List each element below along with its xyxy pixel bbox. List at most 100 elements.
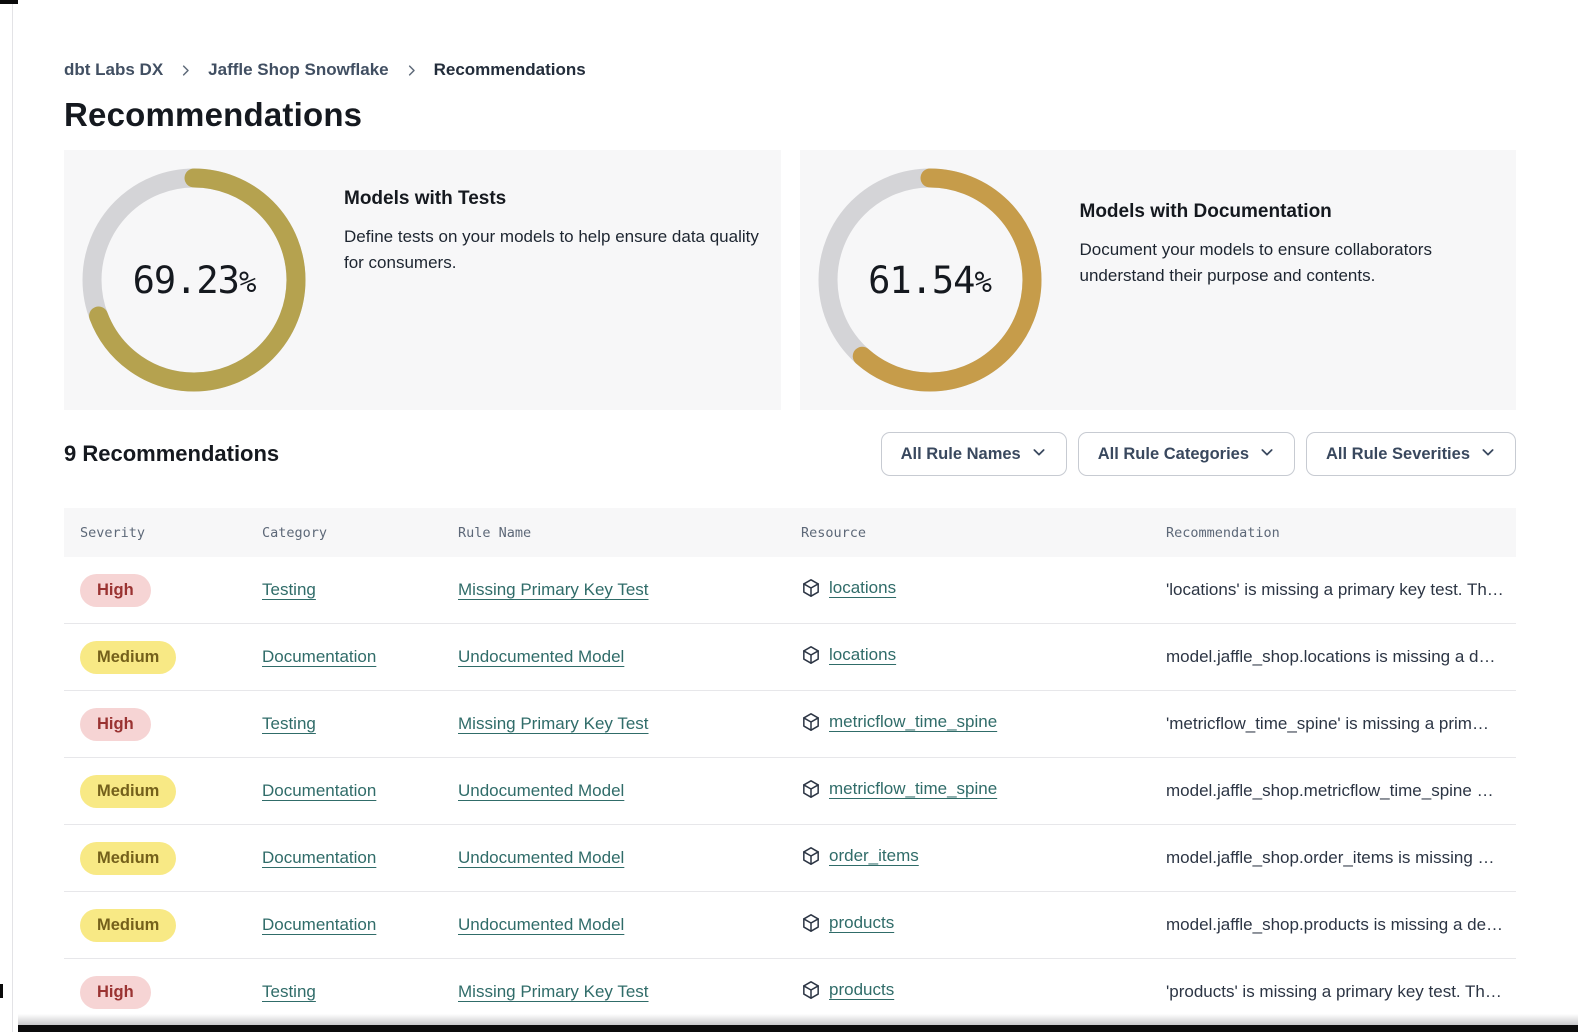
screen-edge-artifact-bottom bbox=[18, 1025, 1578, 1032]
recommendation-text: 'products' is missing a primary key test… bbox=[1166, 982, 1502, 1001]
documentation-card-description: Document your models to ensure collabora… bbox=[1080, 237, 1480, 289]
rule-name-link[interactable]: Missing Primary Key Test bbox=[458, 714, 649, 733]
resource-cell: metricflow_time_spine bbox=[801, 712, 1166, 737]
resource-name: products bbox=[829, 913, 894, 933]
resource-link[interactable]: metricflow_time_spine bbox=[801, 779, 997, 799]
recommendations-count: 9 Recommendations bbox=[64, 441, 279, 467]
model-cube-icon bbox=[801, 578, 821, 598]
rule-name-link[interactable]: Undocumented Model bbox=[458, 915, 624, 934]
documentation-card-text: Models with Documentation Document your … bbox=[1080, 201, 1480, 359]
tests-card-title: Models with Tests bbox=[344, 188, 761, 210]
severity-badge: Medium bbox=[80, 641, 176, 674]
resource-name: locations bbox=[829, 578, 896, 598]
recommendation-text: model.jaffle_shop.locations is missing a… bbox=[1166, 647, 1495, 666]
recommendation-cell: model.jaffle_shop.products is missing a … bbox=[1166, 915, 1516, 935]
chevron-right-icon bbox=[178, 63, 193, 78]
screen-edge-artifact-left bbox=[0, 984, 3, 998]
category-link[interactable]: Documentation bbox=[262, 848, 376, 867]
rule-name-cell: Undocumented Model bbox=[458, 781, 801, 801]
resource-link[interactable]: locations bbox=[801, 578, 896, 598]
chevron-down-icon bbox=[1480, 444, 1496, 465]
severity-badge: Medium bbox=[80, 842, 176, 875]
category-cell: Documentation bbox=[262, 781, 458, 801]
resource-name: locations bbox=[829, 645, 896, 665]
category-link[interactable]: Documentation bbox=[262, 647, 376, 666]
tests-card-description: Define tests on your models to help ensu… bbox=[344, 224, 761, 276]
breadcrumb-account[interactable]: dbt Labs DX bbox=[64, 60, 163, 80]
table-body: High Testing Missing Primary Key Test lo… bbox=[64, 557, 1516, 1026]
resource-link[interactable]: order_items bbox=[801, 846, 919, 866]
breadcrumb: dbt Labs DX Jaffle Shop Snowflake Recomm… bbox=[64, 60, 1516, 80]
resource-link[interactable]: locations bbox=[801, 645, 896, 665]
rule-name-link[interactable]: Undocumented Model bbox=[458, 781, 624, 800]
rule-name-link[interactable]: Missing Primary Key Test bbox=[458, 580, 649, 599]
model-cube-icon bbox=[801, 980, 821, 1000]
recommendation-cell: 'products' is missing a primary key test… bbox=[1166, 982, 1516, 1002]
column-header-resource: Resource bbox=[801, 525, 1166, 541]
category-cell: Testing bbox=[262, 982, 458, 1002]
chevron-down-icon bbox=[1031, 444, 1047, 465]
severity-cell: High bbox=[80, 976, 262, 1009]
category-cell: Testing bbox=[262, 580, 458, 600]
recommendation-text: 'metricflow_time_spine' is missing a pri… bbox=[1166, 714, 1489, 733]
documentation-card-title: Models with Documentation bbox=[1080, 201, 1480, 223]
documentation-donut-chart: 61.54% bbox=[818, 168, 1042, 392]
severity-cell: High bbox=[80, 574, 262, 607]
category-link[interactable]: Documentation bbox=[262, 915, 376, 934]
category-link[interactable]: Testing bbox=[262, 580, 316, 599]
recommendation-text: 'locations' is missing a primary key tes… bbox=[1166, 580, 1504, 599]
rule-name-cell: Undocumented Model bbox=[458, 647, 801, 667]
category-cell: Documentation bbox=[262, 647, 458, 667]
models-with-tests-card: 69.23% Models with Tests Define tests on… bbox=[64, 150, 781, 410]
recommendations-list-header: 9 Recommendations All Rule Names All Rul… bbox=[64, 432, 1516, 476]
rule-name-cell: Undocumented Model bbox=[458, 848, 801, 868]
rule-name-cell: Missing Primary Key Test bbox=[458, 982, 801, 1002]
recommendation-cell: 'locations' is missing a primary key tes… bbox=[1166, 580, 1516, 600]
rule-name-link[interactable]: Undocumented Model bbox=[458, 647, 624, 666]
resource-name: products bbox=[829, 980, 894, 1000]
recommendation-text: model.jaffle_shop.products is missing a … bbox=[1166, 915, 1503, 934]
category-link[interactable]: Testing bbox=[262, 982, 316, 1001]
filter-rule-names-dropdown[interactable]: All Rule Names bbox=[881, 432, 1067, 476]
page-title: Recommendations bbox=[64, 96, 1516, 134]
severity-badge: High bbox=[80, 574, 151, 607]
recommendation-cell: 'metricflow_time_spine' is missing a pri… bbox=[1166, 714, 1516, 734]
table-row: High Testing Missing Primary Key Test lo… bbox=[64, 557, 1516, 624]
recommendation-cell: model.jaffle_shop.order_items is missing… bbox=[1166, 848, 1516, 868]
category-link[interactable]: Testing bbox=[262, 714, 316, 733]
breadcrumb-project[interactable]: Jaffle Shop Snowflake bbox=[208, 60, 388, 80]
table-row: High Testing Missing Primary Key Test me… bbox=[64, 691, 1516, 758]
category-link[interactable]: Documentation bbox=[262, 781, 376, 800]
filter-rule-categories-label: All Rule Categories bbox=[1098, 445, 1249, 464]
rule-name-cell: Missing Primary Key Test bbox=[458, 580, 801, 600]
resource-link[interactable]: products bbox=[801, 980, 894, 1000]
recommendations-table: Severity Category Rule Name Resource Rec… bbox=[64, 508, 1516, 1026]
severity-cell: Medium bbox=[80, 909, 262, 942]
rule-name-link[interactable]: Missing Primary Key Test bbox=[458, 982, 649, 1001]
severity-badge: High bbox=[80, 976, 151, 1009]
tests-donut-chart: 69.23% bbox=[82, 168, 306, 392]
table-row: Medium Documentation Undocumented Model … bbox=[64, 825, 1516, 892]
resource-name: order_items bbox=[829, 846, 919, 866]
table-header-row: Severity Category Rule Name Resource Rec… bbox=[64, 508, 1516, 557]
severity-badge: Medium bbox=[80, 775, 176, 808]
model-cube-icon bbox=[801, 712, 821, 732]
recommendation-text: model.jaffle_shop.order_items is missing… bbox=[1166, 848, 1495, 867]
resource-link[interactable]: products bbox=[801, 913, 894, 933]
column-header-category: Category bbox=[262, 525, 458, 541]
resource-link[interactable]: metricflow_time_spine bbox=[801, 712, 997, 732]
recommendation-cell: model.jaffle_shop.locations is missing a… bbox=[1166, 647, 1516, 667]
filter-rule-severities-dropdown[interactable]: All Rule Severities bbox=[1306, 432, 1516, 476]
severity-cell: Medium bbox=[80, 641, 262, 674]
category-cell: Documentation bbox=[262, 915, 458, 935]
category-cell: Testing bbox=[262, 714, 458, 734]
resource-name: metricflow_time_spine bbox=[829, 779, 997, 799]
severity-cell: High bbox=[80, 708, 262, 741]
column-header-rule-name: Rule Name bbox=[458, 525, 801, 541]
chevron-down-icon bbox=[1259, 444, 1275, 465]
filter-rule-severities-label: All Rule Severities bbox=[1326, 445, 1470, 464]
rule-name-link[interactable]: Undocumented Model bbox=[458, 848, 624, 867]
filter-rule-categories-dropdown[interactable]: All Rule Categories bbox=[1078, 432, 1295, 476]
resource-cell: order_items bbox=[801, 846, 1166, 871]
table-row: Medium Documentation Undocumented Model … bbox=[64, 758, 1516, 825]
